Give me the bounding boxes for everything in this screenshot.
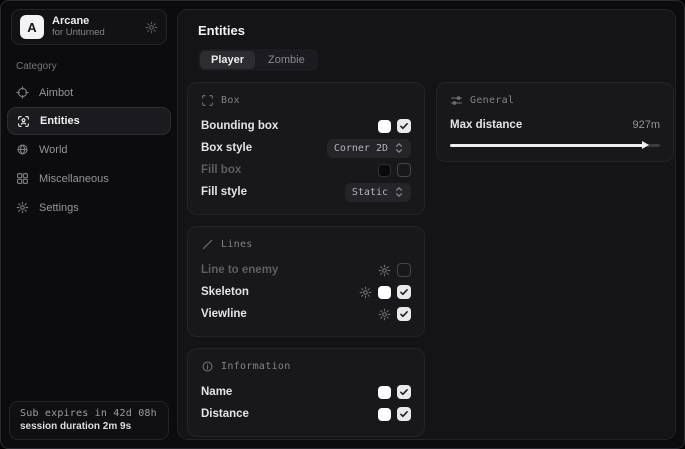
select-icon <box>394 186 404 198</box>
checkbox-checked[interactable] <box>397 385 411 399</box>
card-title: Information <box>221 361 291 372</box>
brand-card: A Arcane for Unturned <box>11 9 167 45</box>
sidebar-item-label: Miscellaneous <box>39 173 109 185</box>
scan-icon <box>201 94 214 107</box>
setting-label: Fill style <box>201 186 247 198</box>
grid-icon <box>16 172 29 185</box>
setting-row-skeleton: Skeleton <box>201 281 411 303</box>
app-window: A Arcane for Unturned Category Aimbot Ent… <box>0 0 685 449</box>
check-icon <box>399 409 409 419</box>
setting-label: Distance <box>201 408 249 420</box>
row-settings-gear-icon[interactable] <box>359 286 372 299</box>
setting-row-box-style: Box style Corner 2D <box>201 137 411 159</box>
tab-zombie[interactable]: Zombie <box>257 51 316 69</box>
check-icon <box>399 387 409 397</box>
setting-row-name: Name <box>201 381 411 403</box>
check-icon <box>399 287 409 297</box>
sidebar-item-miscellaneous[interactable]: Miscellaneous <box>1 164 177 193</box>
app-name: Arcane <box>52 15 137 28</box>
setting-row-bounding-box: Bounding box <box>201 115 411 137</box>
setting-row-distance: Distance <box>201 403 411 425</box>
page-title: Entities <box>198 23 655 38</box>
checkbox-checked[interactable] <box>397 119 411 133</box>
dropdown-box-style[interactable]: Corner 2D <box>327 139 411 158</box>
globe-icon <box>16 143 29 156</box>
color-swatch[interactable] <box>378 164 391 177</box>
sidebar-item-aimbot[interactable]: Aimbot <box>1 78 177 107</box>
sidebar-item-world[interactable]: World <box>1 135 177 164</box>
gear-icon <box>16 201 29 214</box>
sidebar-item-entities[interactable]: Entities <box>7 107 171 135</box>
card-title: Lines <box>221 239 253 250</box>
crosshair-icon <box>16 86 29 99</box>
settings-cards-column: Box Bounding box Box style Corner 2D Fill bo… <box>187 82 425 437</box>
sidebar: A Arcane for Unturned Category Aimbot Ent… <box>1 1 177 448</box>
information-card: Information Name Distance <box>187 348 425 437</box>
checkbox-unchecked[interactable] <box>397 263 411 277</box>
dropdown-fill-style[interactable]: Static <box>345 183 411 202</box>
setting-label: Fill box <box>201 164 241 176</box>
color-swatch[interactable] <box>378 386 391 399</box>
setting-label: Name <box>201 386 232 398</box>
checkbox-checked[interactable] <box>397 307 411 321</box>
color-swatch[interactable] <box>378 120 391 133</box>
box-card: Box Bounding box Box style Corner 2D Fill bo… <box>187 82 425 215</box>
color-swatch[interactable] <box>378 408 391 421</box>
sidebar-nav: Aimbot Entities World Miscellaneous Settings <box>1 78 177 222</box>
checkbox-unchecked[interactable] <box>397 163 411 177</box>
setting-label: Skeleton <box>201 286 249 298</box>
sidebar-item-label: World <box>39 144 68 156</box>
sidebar-item-label: Settings <box>39 202 79 214</box>
scan-person-icon <box>17 115 30 128</box>
main-panel: Entities PlayerZombie BoxBounding boxBox… <box>177 9 676 440</box>
sub-expiry-text: Sub expires in 42d 08h <box>20 408 158 419</box>
subscription-card: Sub expires in 42d 08h session duration … <box>9 401 169 440</box>
max-distance-label: Max distance <box>450 119 522 131</box>
card-title: Box <box>221 95 240 106</box>
line-icon <box>201 238 214 251</box>
checkbox-checked[interactable] <box>397 407 411 421</box>
sidebar-item-label: Aimbot <box>39 87 73 99</box>
general-card: General Max distance 927m <box>436 82 674 162</box>
setting-row-line-to-enemy: Line to enemy <box>201 259 411 281</box>
dropdown-value: Static <box>352 187 388 198</box>
sliders-icon <box>450 94 463 107</box>
select-icon <box>394 142 404 154</box>
check-icon <box>399 121 409 131</box>
entity-tabs: PlayerZombie <box>198 49 318 71</box>
setting-label: Viewline <box>201 308 247 320</box>
slider-fill <box>450 144 645 147</box>
lines-card: Lines Line to enemy Skeleton Viewline <box>187 226 425 337</box>
max-distance-value: 927m <box>632 119 660 131</box>
app-logo: A <box>20 15 44 39</box>
category-label: Category <box>16 61 177 72</box>
color-swatch[interactable] <box>378 286 391 299</box>
row-settings-gear-icon[interactable] <box>378 308 391 321</box>
brand-settings-icon[interactable] <box>145 21 158 34</box>
dropdown-value: Corner 2D <box>334 143 388 154</box>
slider-thumb[interactable] <box>642 141 649 149</box>
setting-row-fill-box: Fill box <box>201 159 411 181</box>
setting-row-fill-style: Fill style Static <box>201 181 411 203</box>
setting-row-viewline: Viewline <box>201 303 411 325</box>
setting-label: Line to enemy <box>201 264 278 276</box>
sidebar-item-settings[interactable]: Settings <box>1 193 177 222</box>
check-icon <box>399 309 409 319</box>
max-distance-slider[interactable] <box>450 140 660 150</box>
info-icon <box>201 360 214 373</box>
card-title: General <box>470 95 514 106</box>
session-duration-text: session duration 2m 9s <box>20 421 158 432</box>
sidebar-item-label: Entities <box>40 115 80 127</box>
setting-label: Box style <box>201 142 252 154</box>
row-settings-gear-icon[interactable] <box>378 264 391 277</box>
setting-label: Bounding box <box>201 120 278 132</box>
checkbox-checked[interactable] <box>397 285 411 299</box>
app-subtitle: for Unturned <box>52 28 137 39</box>
tab-player[interactable]: Player <box>200 51 255 69</box>
